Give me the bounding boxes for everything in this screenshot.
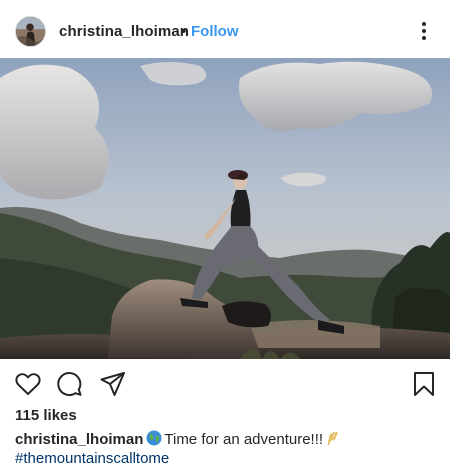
caption-username[interactable]: christina_lhoiman [15, 431, 143, 448]
separator-dot: • [181, 23, 187, 40]
caption-text: Time for an adventure!!! [164, 431, 324, 448]
post-header: christina_lhoiman • Follow [0, 0, 450, 58]
follow-button[interactable]: Follow [191, 23, 239, 40]
avatar[interactable] [15, 16, 46, 47]
globe-emoji-icon [146, 430, 162, 446]
comment-bubble-icon[interactable] [56, 370, 84, 398]
paper-plane-icon[interactable] [99, 370, 127, 398]
bookmark-icon[interactable] [410, 370, 438, 398]
avatar-image [16, 17, 45, 46]
likes-count[interactable]: 115 likes [15, 407, 77, 424]
caption: christina_lhoiman Time for an adventure!… [15, 430, 339, 448]
post-photo[interactable] [0, 58, 450, 359]
mountain-photo-image [0, 58, 450, 359]
vertical-ellipsis-icon[interactable] [417, 20, 431, 42]
wheat-emoji-icon [327, 431, 338, 446]
heart-icon[interactable] [14, 370, 42, 398]
hashtag-link[interactable]: #themountainscalltome [15, 450, 169, 467]
post-username[interactable]: christina_lhoiman [59, 23, 189, 40]
post-actions [0, 359, 450, 407]
